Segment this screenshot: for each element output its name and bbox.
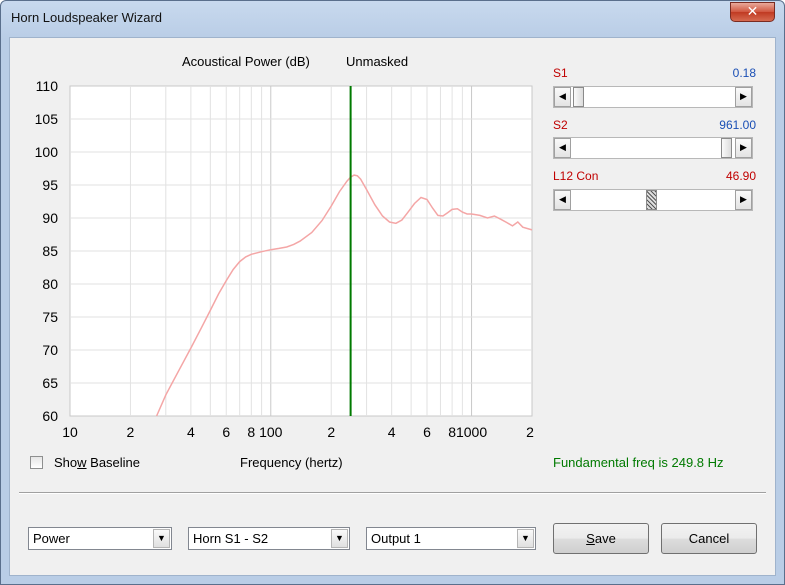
chevron-down-icon[interactable]: ▼ [153, 529, 170, 548]
power-chart: 1101051009590858075706560 10 2 4 6 8 100 2 4 6 8 1… [35, 78, 534, 440]
save-button[interactable]: Save [553, 523, 649, 554]
x-tick-label: 6 [423, 424, 431, 440]
x-tick-label: 2 [526, 424, 534, 440]
output-dropdown[interactable]: Output 1 ▼ [366, 527, 536, 550]
slider-s2-left-arrow-icon[interactable]: ◀ [554, 138, 571, 158]
x-tick-label: 100 [259, 424, 283, 440]
slider-s2-right-arrow-icon[interactable]: ▶ [735, 138, 752, 158]
slider-s2[interactable]: ◀ ▶ [553, 137, 753, 159]
slider-s1[interactable]: ◀ ▶ [553, 86, 753, 108]
slider-s2-value: 961.00 [719, 118, 756, 132]
chevron-down-icon[interactable]: ▼ [517, 529, 534, 548]
y-tick-label: 60 [42, 408, 58, 424]
chart-title: Acoustical Power (dB) [182, 54, 310, 69]
y-tick-label: 80 [42, 276, 58, 292]
chart-mode: Unmasked [346, 54, 409, 69]
separator [19, 492, 766, 494]
type-dropdown-value: Power [33, 531, 70, 546]
slider-l12-thumb[interactable] [646, 190, 657, 210]
x-tick-label: 10 [62, 424, 78, 440]
slider-l12-left-arrow-icon[interactable]: ◀ [554, 190, 571, 210]
y-tick-label: 95 [42, 177, 58, 193]
slider-s1-left-arrow-icon[interactable]: ◀ [554, 87, 571, 107]
show-baseline-checkbox[interactable] [30, 456, 43, 469]
x-tick-label: 2 [127, 424, 135, 440]
show-baseline-label[interactable]: Show Baseline [54, 455, 140, 470]
y-tick-label: 75 [42, 309, 58, 325]
x-tick-label: 2 [327, 424, 335, 440]
type-dropdown[interactable]: Power ▼ [28, 527, 172, 550]
slider-l12-right-arrow-icon[interactable]: ▶ [735, 190, 752, 210]
output-dropdown-value: Output 1 [371, 531, 421, 546]
x-tick-label: 1000 [456, 424, 487, 440]
y-tick-label: 110 [36, 78, 59, 94]
y-tick-label: 70 [42, 342, 58, 358]
y-tick-label: 105 [35, 111, 59, 127]
chevron-down-icon[interactable]: ▼ [331, 529, 348, 548]
slider-l12[interactable]: ◀ ▶ [553, 189, 753, 211]
x-tick-label: 4 [187, 424, 195, 440]
slider-s1-thumb[interactable] [573, 87, 584, 107]
y-tick-label: 65 [42, 375, 58, 391]
slider-s2-label: S2 [553, 118, 568, 132]
section-dropdown[interactable]: Horn S1 - S2 ▼ [188, 527, 350, 550]
y-tick-label: 90 [42, 210, 58, 226]
y-tick-label: 85 [42, 243, 58, 259]
x-axis-label: Frequency (hertz) [240, 455, 343, 470]
slider-l12-label: L12 Con [553, 169, 599, 183]
slider-s1-label: S1 [553, 66, 568, 80]
fundamental-frequency-text: Fundamental freq is 249.8 Hz [553, 455, 724, 470]
slider-l12-value: 46.90 [725, 169, 756, 183]
section-dropdown-value: Horn S1 - S2 [193, 531, 269, 546]
slider-s1-value: 0.18 [732, 66, 756, 80]
x-tick-label: 4 [388, 424, 396, 440]
y-tick-label: 100 [35, 144, 59, 160]
x-tick-label: 6 [222, 424, 230, 440]
cancel-button[interactable]: Cancel [661, 523, 757, 554]
slider-s1-right-arrow-icon[interactable]: ▶ [735, 87, 752, 107]
slider-s2-thumb[interactable] [721, 138, 732, 158]
x-tick-label: 8 [247, 424, 255, 440]
